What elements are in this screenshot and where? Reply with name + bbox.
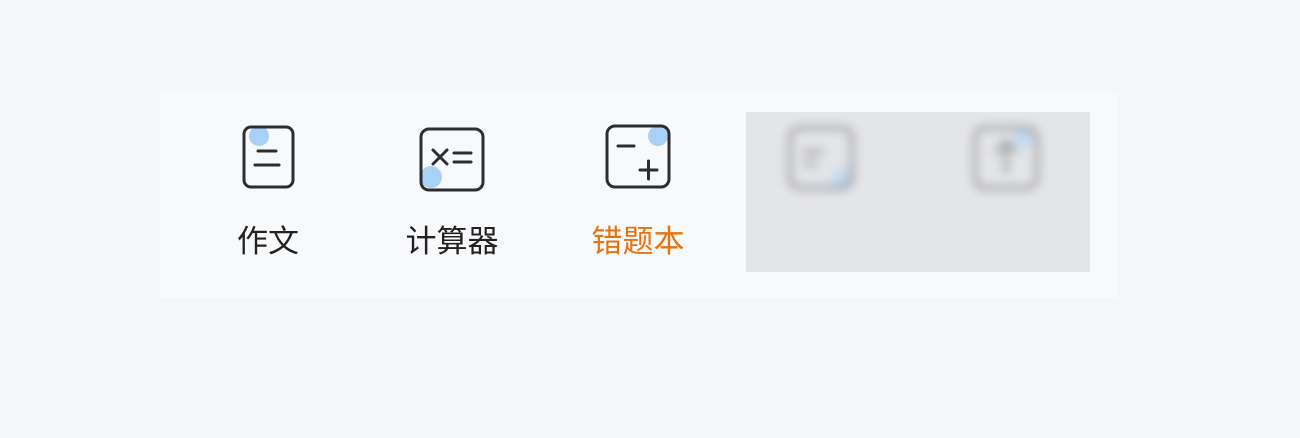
download-icon bbox=[971, 122, 1041, 192]
tool-essay-label: 作文 bbox=[237, 224, 299, 260]
mistake-book-icon bbox=[603, 122, 673, 192]
tool-calculator[interactable]: 计算器 bbox=[377, 92, 527, 298]
essay-icon bbox=[233, 122, 303, 192]
tool-mistake-book-label: 错题本 bbox=[591, 224, 685, 260]
tool-blurred-1[interactable] bbox=[746, 92, 896, 298]
tool-essay[interactable]: 作文 bbox=[193, 92, 343, 298]
calculator-icon bbox=[417, 122, 487, 192]
blurred-region bbox=[746, 112, 1090, 272]
tool-calculator-label: 计算器 bbox=[405, 224, 499, 260]
tool-download[interactable] bbox=[931, 92, 1081, 298]
tool-mistake-book[interactable]: 错题本 bbox=[563, 92, 713, 298]
tool-toolbar: 作文 计算器 错题本 bbox=[160, 92, 1118, 298]
blurred-tool-icon bbox=[786, 122, 856, 192]
